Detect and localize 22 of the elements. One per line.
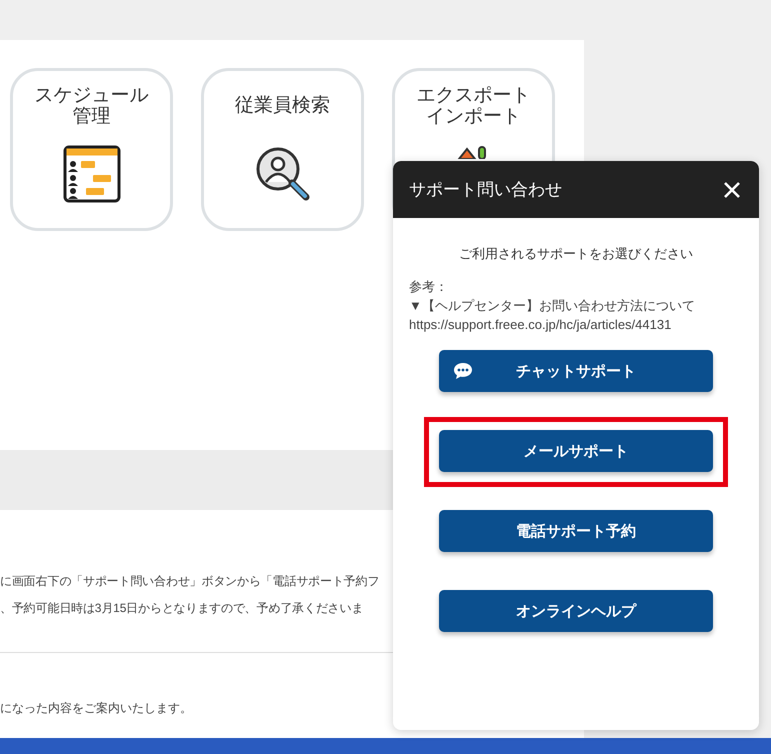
chat-bubble-icon	[453, 362, 473, 380]
prompt-text: ご利用されるサポートをお選びください	[458, 245, 694, 263]
notice-text: になった内容をご案内いたします。	[0, 700, 193, 717]
url-link[interactable]: https://support.freee.co.jp/hc/ja/articles/44131	[409, 315, 759, 334]
notice-text: に画面右下の「サポート問い合わせ」ボタンから「電話サポート予約フ	[0, 573, 380, 590]
reference-label: 参考：	[409, 278, 449, 296]
close-icon[interactable]	[723, 180, 741, 198]
support-button[interactable]: チャットサポート	[439, 350, 713, 392]
tile-label: スケジュール	[34, 85, 148, 106]
help-center-link[interactable]: ▼【ヘルプセンター】お問い合わせ方法について	[409, 296, 759, 315]
tile-label: エクスポート	[416, 85, 530, 106]
schedule-board-icon	[62, 145, 120, 203]
notice-text: 、予約可能日時は3月15日からとなりますので、予め了承くださいま	[0, 600, 364, 617]
person-search-icon	[254, 145, 312, 203]
tile-label: インポート	[425, 106, 522, 127]
tile-card[interactable]: スケジュール 管理	[10, 68, 173, 231]
support-button[interactable]: 電話サポート予約	[439, 510, 713, 552]
tile-label: 従業員検索	[235, 95, 330, 116]
support-button[interactable]: メールサポート	[439, 430, 713, 472]
tile-card[interactable]: 従業員検索	[201, 68, 364, 231]
tile-label: 管理	[72, 106, 112, 127]
support-button[interactable]: オンラインヘルプ	[439, 590, 713, 632]
